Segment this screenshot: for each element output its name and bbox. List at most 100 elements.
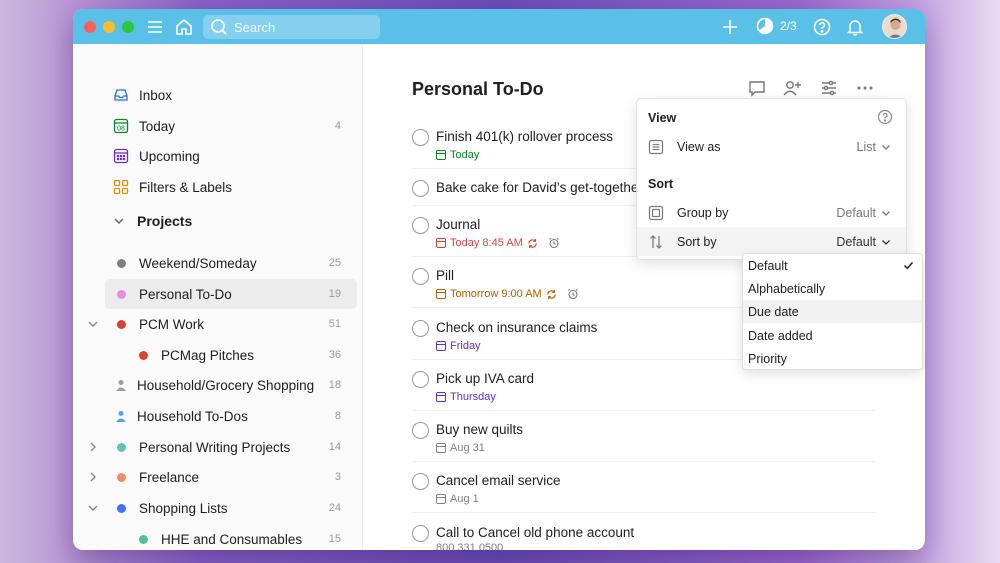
sort-by-dropdown: Default Alphabetically Due date Date add… bbox=[742, 253, 923, 370]
sidebar: Inbox 08 Today 4 Upcoming Filters & Labe… bbox=[73, 44, 363, 550]
project-household-grocery-shopping[interactable]: Household/Grocery Shopping 18 bbox=[105, 370, 357, 400]
project-color-dot bbox=[117, 289, 126, 299]
project-personal-to-do[interactable]: Personal To-Do 19 bbox=[105, 279, 357, 309]
inbox-icon bbox=[113, 87, 129, 103]
task-checkbox[interactable] bbox=[412, 320, 429, 337]
title-bar: 2/3 bbox=[73, 9, 925, 44]
task-checkbox[interactable] bbox=[412, 129, 429, 146]
project-household-to-dos[interactable]: Household To-Dos 8 bbox=[105, 401, 357, 431]
help-icon[interactable] bbox=[812, 17, 832, 37]
zoom-window-button[interactable] bbox=[122, 21, 134, 33]
projects-section-header[interactable]: Projects bbox=[113, 213, 192, 229]
comments-icon[interactable] bbox=[747, 78, 767, 98]
project-label: Personal Writing Projects bbox=[139, 439, 291, 455]
productivity-button[interactable]: 2/3 bbox=[756, 17, 797, 35]
task-name: Call to Cancel old phone account bbox=[436, 525, 635, 540]
sort-option-label: Alphabetically bbox=[748, 281, 826, 296]
sort-option-label: Default bbox=[748, 258, 788, 273]
task-item[interactable]: Pick up IVA card Thursday bbox=[412, 369, 876, 411]
task-item[interactable]: Cancel email service Aug 1 bbox=[412, 471, 876, 513]
alarm-icon bbox=[567, 288, 578, 300]
sort-option-priority[interactable]: Priority bbox=[743, 347, 922, 370]
task-item[interactable]: Call to Cancel old phone account 800.331… bbox=[412, 523, 876, 550]
project-color-dot bbox=[117, 258, 126, 268]
project-label: Freelance bbox=[139, 469, 200, 485]
task-due-date: Tomorrow 9:00 AM bbox=[436, 288, 579, 300]
sort-by-value: Default bbox=[836, 234, 876, 249]
project-count: 24 bbox=[328, 502, 341, 514]
task-name: Bake cake for David’s get-together bbox=[436, 180, 643, 195]
sort-section-header: Sort bbox=[648, 177, 673, 191]
sort-option-alphabetically[interactable]: Alphabetically bbox=[743, 277, 922, 300]
sidebar-item-label: Today bbox=[139, 118, 176, 134]
sort-option-due-date[interactable]: Due date bbox=[743, 300, 922, 323]
avatar[interactable] bbox=[882, 14, 907, 39]
calendar-icon bbox=[436, 494, 446, 504]
project-color-dot bbox=[139, 534, 148, 544]
project-label: Shopping Lists bbox=[139, 500, 228, 516]
project-personal-writing-projects[interactable]: Personal Writing Projects 14 bbox=[105, 432, 357, 462]
productivity-count: 2/3 bbox=[780, 19, 797, 33]
project-pcm-work[interactable]: PCM Work 51 bbox=[105, 309, 357, 339]
projects-label: Projects bbox=[137, 213, 193, 229]
sort-option-default[interactable]: Default bbox=[743, 254, 922, 277]
notifications-icon[interactable] bbox=[845, 17, 865, 37]
view-as-option[interactable]: View as List bbox=[637, 132, 906, 161]
add-task-icon[interactable] bbox=[720, 17, 740, 37]
sidebar-item-inbox[interactable]: Inbox bbox=[105, 80, 357, 110]
alarm-icon bbox=[548, 237, 559, 249]
list-view-icon bbox=[648, 139, 664, 154]
project-count: 18 bbox=[328, 379, 341, 391]
project-count: 14 bbox=[328, 441, 341, 453]
sidebar-item-count: 4 bbox=[334, 120, 341, 132]
project-pcmag-pitches[interactable]: PCMag Pitches 36 bbox=[105, 340, 357, 370]
task-checkbox[interactable] bbox=[412, 268, 429, 285]
calendar-icon bbox=[436, 392, 446, 402]
task-due-date: Friday bbox=[436, 340, 481, 352]
svg-text:08: 08 bbox=[117, 126, 125, 133]
page-title: Personal To-Do bbox=[412, 79, 544, 99]
project-weekend-someday[interactable]: Weekend/Someday 25 bbox=[105, 248, 357, 278]
task-checkbox[interactable] bbox=[412, 473, 429, 490]
project-freelance[interactable]: Freelance 3 bbox=[105, 462, 357, 492]
task-checkbox[interactable] bbox=[412, 525, 429, 542]
share-add-person-icon[interactable] bbox=[782, 78, 802, 98]
more-options-icon[interactable] bbox=[855, 78, 875, 98]
help-icon[interactable] bbox=[877, 109, 893, 125]
home-icon[interactable] bbox=[174, 17, 194, 37]
task-checkbox[interactable] bbox=[412, 180, 429, 197]
chevron-down-icon[interactable] bbox=[113, 215, 125, 227]
project-count: 51 bbox=[328, 318, 341, 330]
search-box[interactable] bbox=[203, 15, 380, 39]
task-item[interactable]: Buy new quilts Aug 31 bbox=[412, 420, 876, 462]
chevron-down-icon[interactable] bbox=[87, 318, 99, 330]
close-window-button[interactable] bbox=[84, 21, 96, 33]
sort-by-option[interactable]: Sort by Default bbox=[637, 227, 906, 256]
project-color-dot bbox=[117, 503, 126, 513]
search-icon bbox=[211, 19, 227, 35]
sidebar-item-label: Inbox bbox=[139, 87, 173, 103]
view-settings-icon[interactable] bbox=[819, 78, 839, 98]
task-checkbox[interactable] bbox=[412, 217, 429, 234]
chevron-right-icon[interactable] bbox=[87, 471, 99, 483]
task-checkbox[interactable] bbox=[412, 422, 429, 439]
shared-person-icon bbox=[116, 380, 126, 391]
project-count: 25 bbox=[328, 257, 341, 269]
project-shopping-lists[interactable]: Shopping Lists 24 bbox=[105, 493, 357, 523]
chevron-right-icon[interactable] bbox=[87, 441, 99, 453]
search-input[interactable] bbox=[234, 19, 374, 35]
minimize-window-button[interactable] bbox=[103, 21, 115, 33]
sort-option-date-added[interactable]: Date added bbox=[743, 324, 922, 347]
sidebar-item-filters-labels[interactable]: Filters & Labels bbox=[105, 172, 357, 202]
calendar-icon bbox=[436, 150, 446, 160]
sidebar-item-upcoming[interactable]: Upcoming bbox=[105, 141, 357, 171]
sidebar-item-today[interactable]: 08 Today 4 bbox=[105, 111, 357, 141]
chevron-down-icon bbox=[882, 210, 890, 216]
chevron-down-icon[interactable] bbox=[87, 502, 99, 514]
group-by-option[interactable]: Group by Default bbox=[637, 198, 906, 227]
chevron-down-icon bbox=[882, 239, 890, 245]
menu-icon[interactable] bbox=[145, 17, 165, 37]
project-hhe-and-consumables[interactable]: HHE and Consumables 15 bbox=[105, 524, 357, 550]
task-checkbox[interactable] bbox=[412, 371, 429, 388]
task-due-text: Today 8:45 AM bbox=[450, 237, 523, 249]
